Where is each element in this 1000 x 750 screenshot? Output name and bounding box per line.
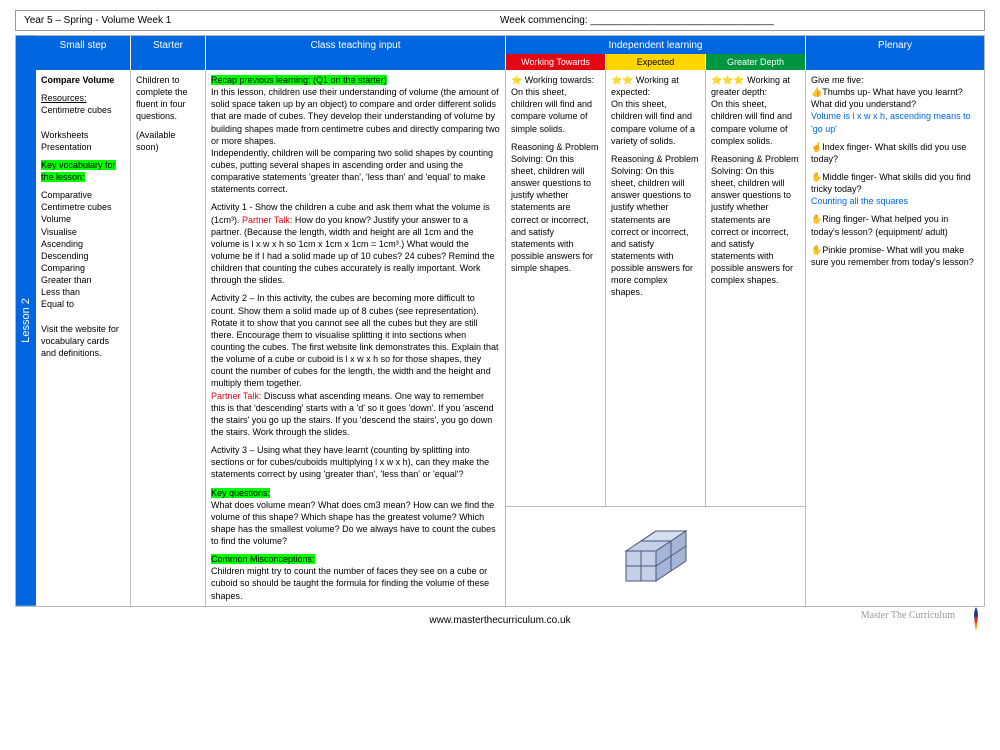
header-teaching: Class teaching input <box>206 36 506 70</box>
partner-talk-label2: Partner Talk: <box>211 391 261 401</box>
key-questions-label: Key questions: <box>211 488 270 498</box>
recap-label: Recap previous learning: (Q1 on the star… <box>211 75 387 85</box>
star-icon: ⭐⭐⭐ <box>711 75 745 85</box>
plenary-cell: Give me five: 👍Thumbs up- What have you … <box>806 70 984 606</box>
plenary-thumb: Thumbs up- What have you learnt? What di… <box>811 87 963 109</box>
exp-cell: ⭐⭐ Working at expected: On this sheet, c… <box>606 70 706 506</box>
wt-p2: Reasoning & Problem Solving: On this she… <box>511 141 600 275</box>
vocab-label: Key vocabulary for the lesson: <box>41 160 116 182</box>
header-independent: Independent learning Working Towards Exp… <box>506 36 806 70</box>
starter-text: Children to complete the fluent in four … <box>136 74 200 123</box>
document-header: Year 5 – Spring - Volume Week 1 Week com… <box>15 10 985 31</box>
sub-header-exp: Expected <box>606 54 706 70</box>
content-row: Compare Volume Resources: Centimetre cub… <box>36 70 984 606</box>
exp-p2: Reasoning & Problem Solving: On this she… <box>611 153 700 299</box>
gd-p1: On this sheet, children will find and co… <box>711 98 800 147</box>
independent-cell: ⭐ Working towards: On this sheet, childr… <box>506 70 806 606</box>
plenary-thumb-ans: Volume is l x w x h, ascending means to … <box>811 110 979 134</box>
footer-brand: Master The Curriculum <box>861 610 955 621</box>
resource-item: Centimetre cubes <box>41 104 125 116</box>
lesson-title: Compare Volume <box>41 75 114 85</box>
starter-cell: Children to complete the fluent in four … <box>131 70 206 606</box>
vocab-footer: Visit the website for vocabulary cards a… <box>41 323 125 359</box>
recap-text: In this lesson, children use their under… <box>211 86 500 195</box>
plenary-pinkie: Pinkie promise- What will you make sure … <box>811 245 974 267</box>
lesson-plan-grid: Lesson 2 Small step Starter Class teachi… <box>15 35 985 607</box>
resources-label: Resources: <box>41 93 87 103</box>
doc-title: Year 5 – Spring - Volume Week 1 <box>24 15 500 26</box>
plenary-index: Index finger- What skills did you use to… <box>811 142 966 164</box>
pinkie-icon: ✋ <box>811 245 822 255</box>
activity2: Activity 2 – In this activity, the cubes… <box>211 292 500 389</box>
footer-url: www.masterthecurriculum.co.uk <box>429 615 570 626</box>
teaching-cell: Recap previous learning: (Q1 on the star… <box>206 70 506 606</box>
partner-talk-label: Partner Talk: <box>242 215 292 225</box>
plenary-intro: Give me five: <box>811 74 979 86</box>
misconceptions-label: Common Misconceptions: <box>211 554 315 564</box>
star-icon: ⭐ <box>511 75 522 85</box>
header-independent-label: Independent learning <box>508 40 803 54</box>
resource-item: Worksheets <box>41 129 125 141</box>
week-commencing: Week commencing: _______________________… <box>500 15 976 26</box>
header-plenary: Plenary <box>806 36 984 70</box>
wt-p1: On this sheet, children will find and co… <box>511 86 600 135</box>
brand-logo-icon <box>967 605 985 633</box>
activity3: Activity 3 – Using what they have learnt… <box>211 444 500 480</box>
activity1-b: How do you know? Justify your answer to … <box>211 215 495 286</box>
header-small-step: Small step <box>36 36 131 70</box>
exp-p1: On this sheet, children will find and co… <box>611 98 700 147</box>
small-step-cell: Compare Volume Resources: Centimetre cub… <box>36 70 131 606</box>
misconceptions: Children might try to count the number o… <box>211 565 500 601</box>
gd-p2: Reasoning & Problem Solving: On this she… <box>711 153 800 287</box>
plenary-middle-ans: Counting all the squares <box>811 195 979 207</box>
page-footer: www.masterthecurriculum.co.uk Master The… <box>15 615 985 626</box>
gd-cell: ⭐⭐⭐ Working at greater depth: On this sh… <box>706 70 805 506</box>
index-finger-icon: ☝ <box>811 142 822 152</box>
key-questions: What does volume mean? What does cm3 mea… <box>211 499 500 548</box>
middle-finger-icon: ✋ <box>811 172 822 182</box>
sub-header-gd: Greater Depth <box>706 54 805 70</box>
starter-availability: (Available soon) <box>136 129 200 153</box>
star-icon: ⭐⭐ <box>611 75 633 85</box>
plenary-ring: Ring finger- What helped you in today's … <box>811 214 948 236</box>
vocab-list: Comparative Centimetre cubes Volume Visu… <box>41 189 125 310</box>
ring-finger-icon: ✋ <box>811 214 822 224</box>
cube-illustration <box>506 506 805 606</box>
resource-item: Presentation <box>41 141 125 153</box>
wt-title: Working towards: <box>522 75 594 85</box>
thumbs-up-icon: 👍 <box>811 87 822 97</box>
header-starter: Starter <box>131 36 206 70</box>
sub-header-wt: Working Towards <box>506 54 606 70</box>
plenary-middle: Middle finger- What skills did you find … <box>811 172 971 194</box>
wt-cell: ⭐ Working towards: On this sheet, childr… <box>506 70 606 506</box>
column-headers: Small step Starter Class teaching input … <box>36 36 984 70</box>
lesson-tab: Lesson 2 <box>16 36 36 606</box>
cube-icon <box>616 521 696 591</box>
